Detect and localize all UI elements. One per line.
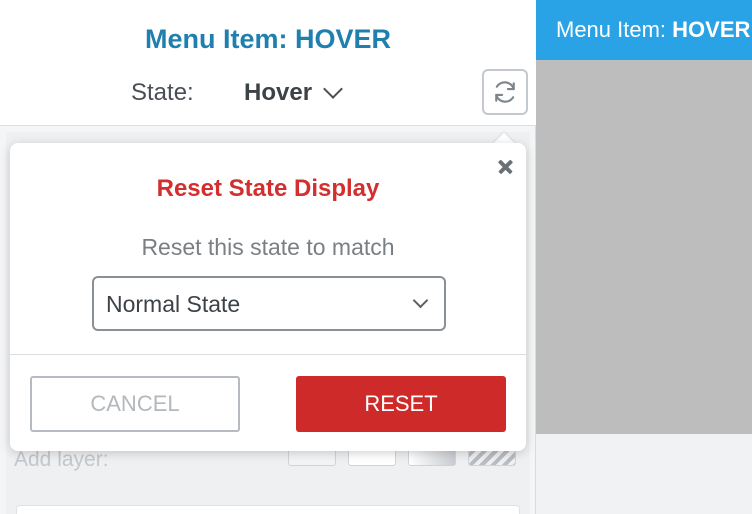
state-dropdown-value: Hover: [244, 79, 313, 106]
match-state-select[interactable]: Normal State: [92, 276, 446, 331]
layer-field[interactable]: [16, 505, 520, 514]
match-state-select-value: Normal State: [106, 291, 241, 317]
popover-description: Reset this state to match: [141, 234, 395, 260]
chevron-down-icon: [323, 79, 343, 99]
canvas-area: Menu Item: HOVER: [536, 0, 752, 514]
add-layer-label: Add layer:: [14, 448, 109, 471]
popover-divider: [10, 354, 526, 355]
chevron-down-icon: [412, 292, 429, 309]
refresh-icon: [495, 81, 515, 103]
menu-item-preview[interactable]: Menu Item: HOVER: [536, 0, 752, 60]
cancel-button[interactable]: CANCEL: [30, 376, 240, 432]
page-title: Menu Item: HOVER: [144, 24, 392, 54]
reset-state-button[interactable]: [482, 69, 528, 115]
reset-state-popover: Reset State Display Reset this state to …: [10, 143, 526, 451]
reset-button[interactable]: RESET: [296, 376, 506, 432]
popover-title: Reset State Display: [156, 175, 380, 202]
state-label: State:: [131, 79, 194, 106]
canvas-preview: [536, 60, 752, 434]
panel-header: Menu Item: HOVER State: Hover: [0, 0, 536, 126]
menu-item-preview-label: Menu Item: HOVER: [556, 17, 751, 42]
state-dropdown[interactable]: Hover: [244, 79, 343, 107]
